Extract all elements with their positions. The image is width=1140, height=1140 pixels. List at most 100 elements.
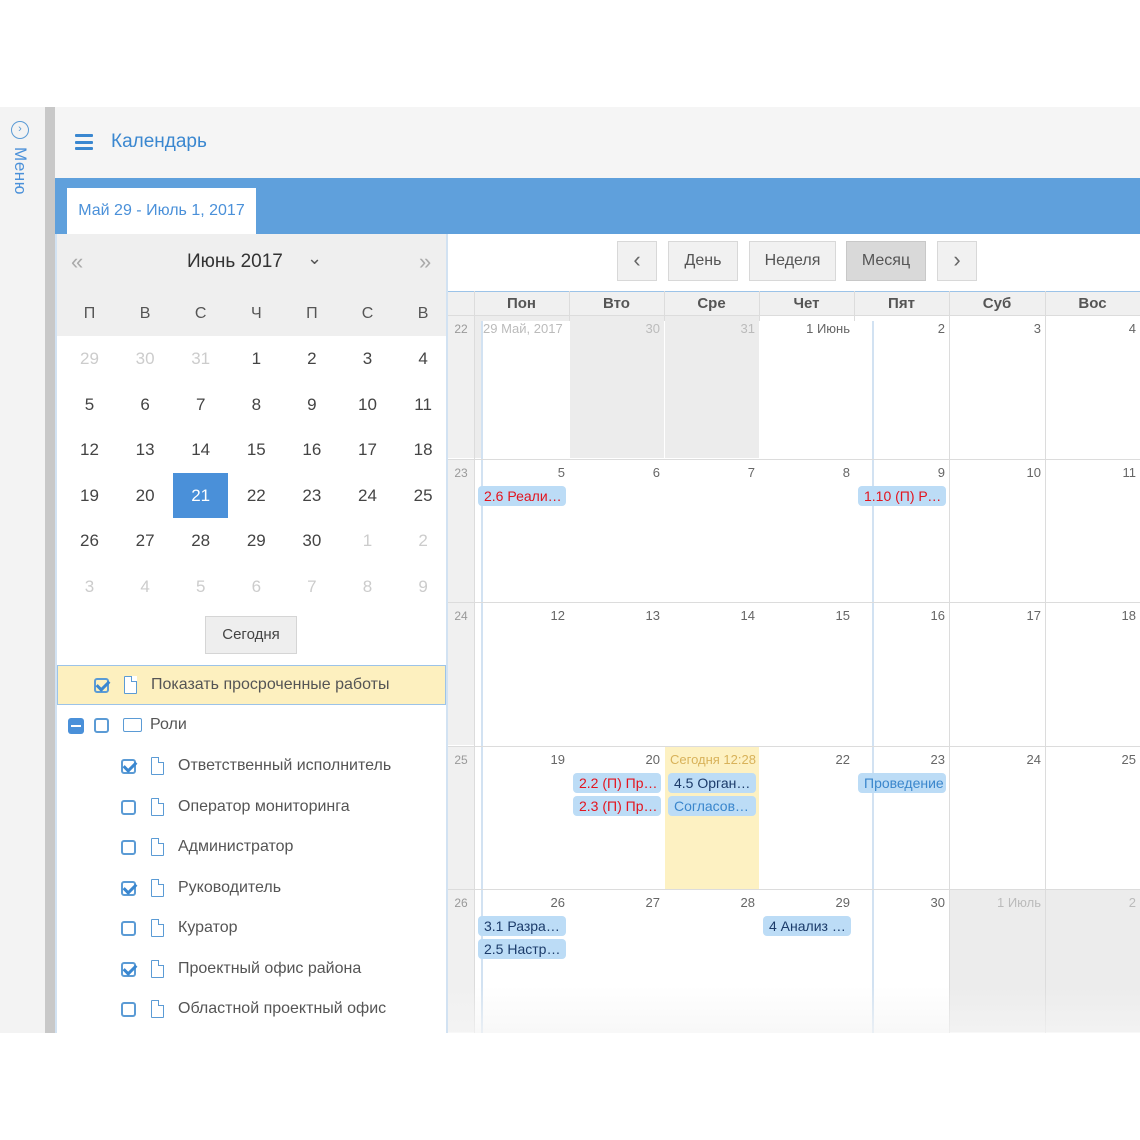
mini-day[interactable]: 26: [62, 518, 117, 563]
role-checkbox[interactable]: [121, 799, 136, 815]
mini-day[interactable]: 19: [62, 473, 117, 518]
calendar-event[interactable]: 2.2 (П) Проведение: [573, 772, 661, 793]
double-chevron-right-icon[interactable]: »: [419, 249, 431, 275]
day-cell[interactable]: 15: [760, 603, 854, 745]
mini-day[interactable]: 23: [284, 473, 339, 518]
mini-day[interactable]: 2: [284, 336, 339, 381]
mini-day[interactable]: 11: [396, 382, 446, 427]
mini-day[interactable]: 1: [340, 518, 395, 563]
mini-day[interactable]: 25: [396, 473, 446, 518]
calendar-event[interactable]: 2.6 Реализация: [478, 485, 566, 506]
calendar-event[interactable]: 2.3 (П) Проведение: [573, 795, 661, 816]
roles-checkbox[interactable]: [94, 718, 109, 733]
mini-day[interactable]: 16: [284, 427, 339, 472]
mini-day[interactable]: 2: [396, 518, 446, 563]
day-cell[interactable]: 11: [1046, 460, 1140, 602]
role-checkbox[interactable]: [121, 840, 136, 855]
role-checkbox[interactable]: [121, 961, 136, 977]
chevron-down-icon[interactable]: ⌄: [307, 248, 322, 269]
overdue-checkbox[interactable]: [94, 678, 109, 693]
role-checkbox[interactable]: [121, 759, 136, 774]
role-checkbox[interactable]: [121, 880, 136, 896]
mini-day[interactable]: 14: [173, 427, 228, 472]
mini-day[interactable]: 4: [396, 336, 446, 381]
mini-day[interactable]: 29: [229, 518, 284, 563]
role-row[interactable]: Администратор: [57, 828, 446, 868]
day-cell[interactable]: 22: [760, 747, 854, 889]
mini-day[interactable]: 1: [229, 336, 284, 381]
day-cell[interactable]: 17: [950, 603, 1045, 745]
role-row[interactable]: Руководитель: [57, 869, 446, 909]
next-arrow-button[interactable]: ›: [937, 241, 977, 281]
day-cell[interactable]: 10: [950, 460, 1045, 602]
day-cell[interactable]: 30: [855, 890, 949, 1032]
day-cell[interactable]: 4: [1046, 316, 1140, 458]
day-cell[interactable]: 13: [570, 603, 664, 745]
calendar-event[interactable]: Проведение: [858, 772, 946, 793]
roles-group-row[interactable]: Роли: [57, 706, 446, 746]
calendar-event[interactable]: Согласование: [668, 795, 756, 816]
role-checkbox[interactable]: [121, 921, 136, 936]
day-cell[interactable]: 20 2.2 (П) Проведение2.3 (П) Проведение: [570, 747, 664, 889]
mini-day[interactable]: 31: [173, 336, 228, 381]
day-cell[interactable]: 5 2.6 Реализация: [475, 460, 569, 602]
day-cell-today[interactable]: Сегодня 12:28 4.5 ОрганизацияСогласование: [665, 746, 759, 889]
day-cell[interactable]: 31: [665, 316, 759, 458]
role-row[interactable]: Куратор: [57, 909, 446, 949]
day-cell[interactable]: 29 Май, 2017: [475, 316, 874, 1033]
day-cell[interactable]: 23 Проведение: [855, 747, 949, 889]
calendar-event[interactable]: 4 Анализ данных: [763, 916, 851, 936]
mini-day[interactable]: 30: [284, 518, 339, 563]
mini-day[interactable]: 12: [62, 427, 117, 472]
day-cell[interactable]: 24: [950, 747, 1045, 889]
day-cell[interactable]: 3: [950, 316, 1045, 458]
day-cell[interactable]: 16: [855, 603, 949, 745]
day-cell[interactable]: 1 Июль: [950, 890, 1045, 1032]
mini-day[interactable]: 20: [118, 473, 173, 518]
calendar-event[interactable]: 1.10 (П) Разработка: [858, 485, 946, 506]
mini-day[interactable]: 10: [340, 382, 395, 427]
mini-day[interactable]: 18: [396, 427, 446, 472]
day-view-button[interactable]: День: [668, 241, 738, 281]
day-cell[interactable]: 25: [1046, 747, 1140, 889]
menu-label[interactable]: Меню: [10, 147, 30, 195]
role-row[interactable]: Проектный офис района: [57, 950, 446, 990]
mini-day[interactable]: 28: [173, 518, 228, 563]
collapse-icon[interactable]: [68, 718, 84, 734]
overdue-filter-row[interactable]: Показать просроченные работы: [57, 665, 446, 705]
day-cell[interactable]: 30: [570, 316, 664, 458]
day-cell[interactable]: 27: [570, 890, 664, 1032]
mini-day[interactable]: 8: [340, 564, 395, 609]
mini-day[interactable]: 3: [62, 564, 117, 609]
day-cell[interactable]: 6: [570, 460, 664, 602]
today-button[interactable]: Сегодня: [205, 616, 297, 654]
day-cell[interactable]: 29 4 Анализ данных: [760, 890, 854, 1032]
day-cell[interactable]: 7: [665, 460, 759, 602]
prev-arrow-button[interactable]: ‹: [617, 241, 657, 281]
mini-day[interactable]: 9: [396, 564, 446, 609]
mini-day[interactable]: 7: [173, 382, 228, 427]
mini-day[interactable]: 4: [118, 564, 173, 609]
calendar-event[interactable]: 4.5 Организация: [668, 772, 756, 793]
week-view-button[interactable]: Неделя: [749, 241, 836, 281]
mini-day[interactable]: 27: [118, 518, 173, 563]
mini-day[interactable]: 6: [229, 564, 284, 609]
mini-day[interactable]: 5: [62, 382, 117, 427]
mini-day[interactable]: 24: [340, 473, 395, 518]
day-cell[interactable]: 2: [855, 316, 949, 458]
calendar-event[interactable]: 2.5 Настройка: [478, 939, 566, 959]
role-row[interactable]: Областной проектный офис: [57, 990, 446, 1030]
day-cell[interactable]: 1 Июнь: [760, 316, 854, 458]
day-cell[interactable]: 2: [1046, 890, 1140, 1032]
role-checkbox[interactable]: [121, 1002, 136, 1017]
mini-day[interactable]: 8: [229, 382, 284, 427]
mini-day[interactable]: 17: [340, 427, 395, 472]
mini-day[interactable]: 6: [118, 382, 173, 427]
mini-day[interactable]: 15: [229, 427, 284, 472]
calendar-event[interactable]: 3.1 Разработка: [478, 916, 566, 936]
side-menu[interactable]: › Меню: [0, 107, 45, 1033]
mini-day[interactable]: 3: [340, 336, 395, 381]
mini-day[interactable]: 13: [118, 427, 173, 472]
day-cell[interactable]: 18: [1046, 603, 1140, 745]
mini-day[interactable]: 5: [173, 564, 228, 609]
